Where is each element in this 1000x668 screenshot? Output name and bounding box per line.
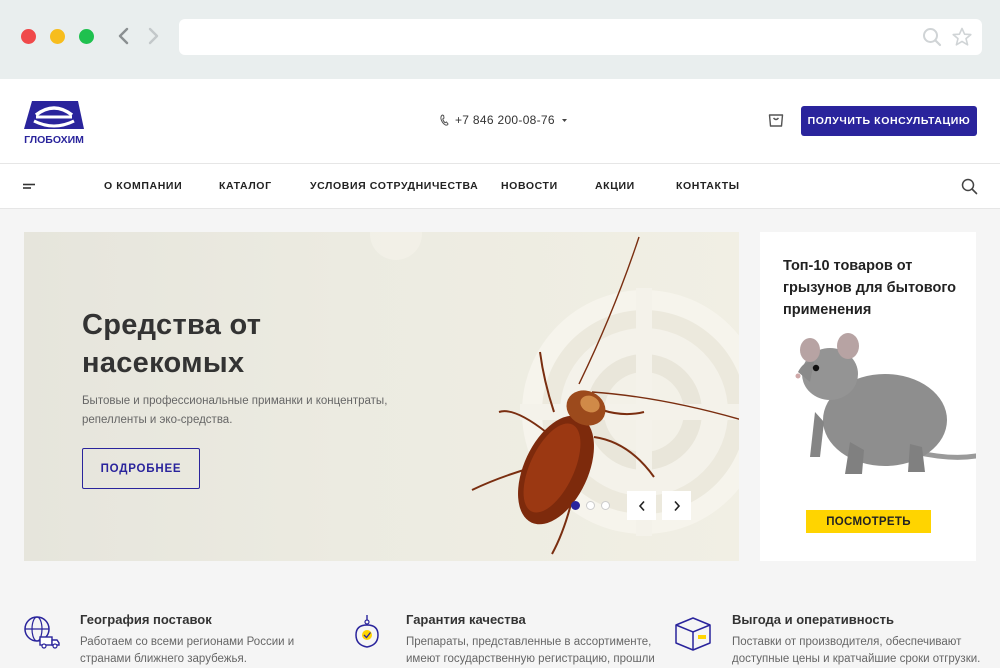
- address-bar[interactable]: [179, 19, 982, 55]
- phone-dropdown[interactable]: +7 846 200-08-76: [440, 113, 568, 127]
- feature-text: Поставки от производителя, обеспечивают …: [732, 636, 981, 665]
- banner-title-line: Средства от: [82, 309, 262, 341]
- globokhim-logo[interactable]: ГЛОБОХИМ: [22, 97, 86, 147]
- slider-next-button[interactable]: [662, 491, 691, 520]
- slide-dot[interactable]: [601, 501, 610, 510]
- banner-description: Бытовые и профессиональные приманки и ко…: [82, 395, 388, 426]
- chevron-left-icon: [638, 500, 645, 511]
- close-window-button[interactable]: [21, 29, 36, 44]
- promo-title: Топ-10 товаров от грызунов для бытового …: [783, 258, 957, 318]
- phone-number[interactable]: +7 846 200-08-76: [455, 113, 555, 127]
- nav-item-catalog[interactable]: КАТАЛОГ: [219, 180, 272, 192]
- nav-item-promotions[interactable]: АКЦИИ: [595, 180, 635, 192]
- forward-arrow-icon[interactable]: [143, 26, 163, 46]
- hero-slider: Средства от насекомых Бытовые и професси…: [24, 232, 739, 561]
- slider-prev-button[interactable]: [627, 491, 656, 520]
- feature-text: Работаем со всеми регионами России и стр…: [80, 636, 295, 665]
- slide-dot[interactable]: [586, 501, 595, 510]
- rat-image: [795, 333, 976, 474]
- chevron-right-icon: [673, 500, 680, 511]
- search-icon[interactable]: [961, 178, 978, 195]
- rodents-promo-card[interactable]: Топ-10 товаров от грызунов для бытового …: [760, 232, 976, 561]
- feature-title: Выгода и оперативность: [732, 612, 894, 627]
- banner-title-line: насекомых: [82, 347, 245, 379]
- banner-title: Средства от насекомых: [82, 306, 261, 382]
- feature-title: Гарантия качества: [406, 612, 526, 627]
- box-icon: [675, 617, 711, 651]
- maximize-window-button[interactable]: [79, 29, 94, 44]
- site-header: ГЛОБОХИМ +7 846 200-08-76 ПОЛУЧИТЬ КОНСУ…: [0, 79, 1000, 164]
- cart-icon[interactable]: [767, 111, 785, 129]
- search-icon[interactable]: [922, 27, 942, 47]
- star-icon[interactable]: [952, 27, 972, 47]
- logo-text: ГЛОБОХИМ: [24, 134, 84, 146]
- phone-icon: [440, 114, 449, 126]
- get-consultation-button[interactable]: ПОЛУЧИТЬ КОНСУЛЬТАЦИЮ: [801, 106, 977, 136]
- back-arrow-icon[interactable]: [114, 26, 134, 46]
- menu-icon[interactable]: [23, 183, 37, 192]
- more-details-button[interactable]: ПОДРОБНЕЕ: [82, 448, 200, 489]
- slide-dot-active[interactable]: [571, 501, 580, 510]
- caret-down-icon: [561, 118, 567, 122]
- main-navigation: О КОМПАНИИ КАТАЛОГ УСЛОВИЯ СОТРУДНИЧЕСТВ…: [0, 164, 1000, 209]
- view-promo-button[interactable]: ПОСМОТРЕТЬ: [806, 510, 931, 533]
- nav-item-news[interactable]: НОВОСТИ: [501, 180, 558, 192]
- nav-item-about[interactable]: О КОМПАНИИ: [104, 180, 182, 192]
- quality-badge-icon: [355, 615, 379, 648]
- browser-chrome: [0, 0, 1000, 79]
- nav-item-contacts[interactable]: КОНТАКТЫ: [676, 180, 740, 192]
- feature-text: Препараты, представленные в ассортименте…: [406, 636, 655, 665]
- nav-item-terms[interactable]: УСЛОВИЯ СОТРУДНИЧЕСТВА: [310, 180, 478, 192]
- minimize-window-button[interactable]: [50, 29, 65, 44]
- feature-title: География поставок: [80, 612, 212, 627]
- cockroach-image: [471, 236, 739, 555]
- globe-truck-icon: [24, 616, 60, 649]
